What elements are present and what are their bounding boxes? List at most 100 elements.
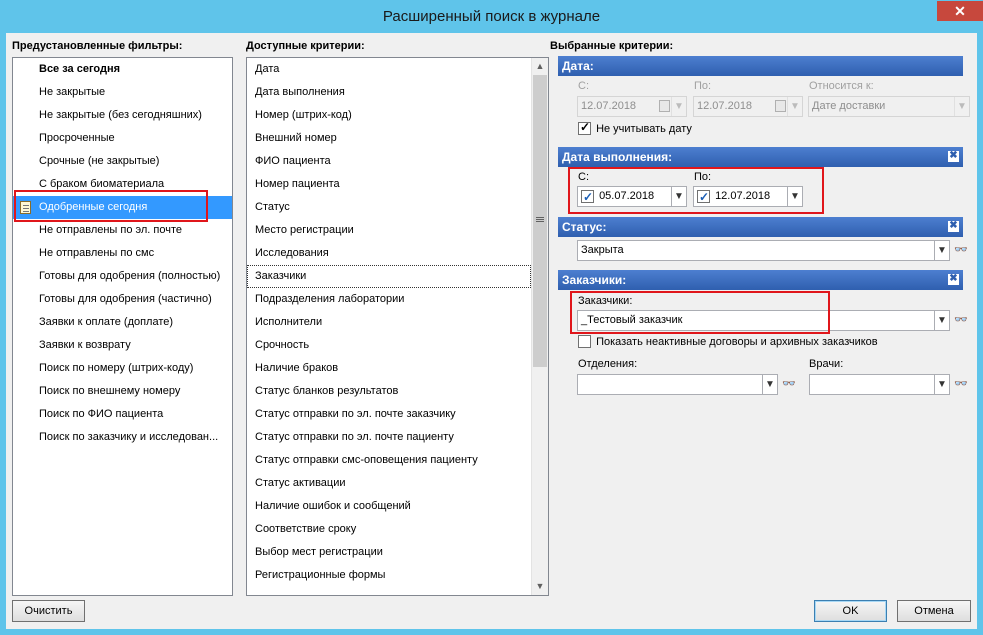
status-select[interactable]: Закрыта ▼ bbox=[577, 240, 950, 261]
dialog-body: Предустановленные фильтры: Доступные кри… bbox=[6, 33, 977, 629]
criteria-item[interactable]: Место регистрации bbox=[247, 219, 531, 242]
chevron-down-icon[interactable]: ▼ bbox=[934, 241, 949, 260]
date-to-value: 12.07.2018 bbox=[697, 100, 753, 112]
group-customers-title: Заказчики: bbox=[562, 273, 627, 287]
preset-item[interactable]: Готовы для одобрения (полностью) bbox=[13, 265, 232, 288]
criteria-item[interactable]: Соответствие сроку bbox=[247, 518, 531, 541]
preset-item-label: Не отправлены по смс bbox=[39, 247, 155, 259]
chevron-down-icon[interactable]: ▼ bbox=[787, 97, 802, 116]
criteria-item[interactable]: Статус бланков результатов bbox=[247, 380, 531, 403]
chevron-down-icon[interactable]: ▼ bbox=[671, 97, 686, 116]
group-exec-date: Дата выполнения: ✖ bbox=[558, 147, 963, 167]
preset-item-label: Заявки к оплате (доплате) bbox=[39, 316, 174, 328]
date-from-value: 12.07.2018 bbox=[581, 100, 637, 112]
criteria-item[interactable]: Исследования bbox=[247, 242, 531, 265]
preset-item-label: Готовы для одобрения (частично) bbox=[39, 293, 212, 305]
preset-item-label: Просроченные bbox=[39, 132, 115, 144]
preset-item-label: Не закрытые (без сегодняшних) bbox=[39, 109, 202, 121]
departments-select[interactable]: ▼ bbox=[577, 374, 778, 395]
window-title: Расширенный поиск в журнале bbox=[382, 8, 601, 25]
criteria-item[interactable]: Номер (штрих-код) bbox=[247, 104, 531, 127]
preset-item[interactable]: Не отправлены по эл. почте bbox=[13, 219, 232, 242]
selected-header: Выбранные критерии: bbox=[550, 40, 674, 52]
preset-item-label: Не закрытые bbox=[39, 86, 106, 98]
calendar-icon bbox=[659, 100, 670, 112]
date-from-label: С: bbox=[578, 80, 589, 92]
group-status: Статус: ✖ bbox=[558, 217, 963, 237]
criteria-item[interactable]: Исполнители bbox=[247, 311, 531, 334]
highlight-preset bbox=[14, 190, 208, 222]
criteria-list[interactable]: Дата Дата выполнения Номер (штрих-код) Внеш… bbox=[246, 57, 549, 596]
preset-item[interactable]: Готовы для одобрения (частично) bbox=[13, 288, 232, 311]
binoculars-icon[interactable]: 👓 bbox=[954, 313, 968, 326]
scroll-up-arrow-icon[interactable]: ▲ bbox=[532, 58, 548, 75]
clear-button[interactable]: Очистить bbox=[12, 600, 85, 622]
remove-icon[interactable]: ✖ bbox=[948, 151, 959, 162]
departments-label: Отделения: bbox=[578, 358, 638, 370]
binoculars-icon[interactable]: 👓 bbox=[954, 377, 968, 390]
scroll-thumb[interactable] bbox=[533, 75, 547, 367]
preset-item[interactable]: Заявки к возврату bbox=[13, 334, 232, 357]
group-customers: Заказчики: ✖ bbox=[558, 270, 963, 290]
show-inactive-row[interactable]: Показать неактивные договоры и архивных … bbox=[578, 335, 878, 348]
remove-icon[interactable]: ✖ bbox=[948, 274, 959, 285]
preset-item[interactable]: Не закрытые (без сегодняшних) bbox=[13, 104, 232, 127]
criteria-item[interactable]: Дата выполнения bbox=[247, 81, 531, 104]
show-inactive-checkbox[interactable] bbox=[578, 335, 591, 348]
scroll-down-arrow-icon[interactable]: ▼ bbox=[532, 578, 548, 595]
criteria-items: Дата Дата выполнения Номер (штрих-код) Внеш… bbox=[247, 58, 548, 587]
preset-item-label: Поиск по внешнему номеру bbox=[39, 385, 181, 397]
doctors-select[interactable]: ▼ bbox=[809, 374, 950, 395]
ok-button[interactable]: OK bbox=[814, 600, 887, 622]
criteria-item[interactable]: ФИО пациента bbox=[247, 150, 531, 173]
ignore-date-checkbox[interactable] bbox=[578, 120, 591, 135]
preset-item[interactable]: Поиск по заказчику и исследован... bbox=[13, 426, 232, 449]
criteria-item[interactable]: Статус отправки по эл. почте пациенту bbox=[247, 426, 531, 449]
criteria-item[interactable]: Номер пациента bbox=[247, 173, 531, 196]
criteria-item[interactable]: Дата bbox=[247, 58, 531, 81]
preset-item[interactable]: Поиск по внешнему номеру bbox=[13, 380, 232, 403]
chevron-down-icon[interactable]: ▼ bbox=[954, 97, 969, 116]
group-customers-header: Заказчики: ✖ bbox=[558, 270, 963, 290]
criteria-item[interactable]: Внешний номер bbox=[247, 127, 531, 150]
remove-icon[interactable]: ✖ bbox=[948, 221, 959, 232]
preset-item[interactable]: Срочные (не закрытые) bbox=[13, 150, 232, 173]
criteria-item[interactable]: Наличие ошибок и сообщений bbox=[247, 495, 531, 518]
cancel-button[interactable]: Отмена bbox=[897, 600, 971, 622]
preset-item-label: Поиск по номеру (штрих-коду) bbox=[39, 362, 194, 374]
preset-item[interactable]: Поиск по номеру (штрих-коду) bbox=[13, 357, 232, 380]
criteria-item[interactable]: Подразделения лаборатории bbox=[247, 288, 531, 311]
criteria-item[interactable]: Срочность bbox=[247, 334, 531, 357]
close-button[interactable]: ✕ bbox=[937, 1, 983, 21]
presets-list[interactable]: Все за сегодня Не закрытые Не закрытые (бе… bbox=[12, 57, 233, 596]
criteria-item[interactable]: Наличие браков bbox=[247, 357, 531, 380]
presets-header: Предустановленные фильтры: bbox=[12, 40, 183, 52]
group-status-title: Статус: bbox=[562, 220, 607, 234]
binoculars-icon[interactable]: 👓 bbox=[782, 377, 796, 390]
ignore-date-row[interactable]: Не учитывать дату bbox=[578, 120, 692, 135]
criteria-scrollbar[interactable]: ▲ ▼ bbox=[531, 58, 548, 595]
preset-item[interactable]: Просроченные bbox=[13, 127, 232, 150]
date-to-label: По: bbox=[694, 80, 712, 92]
criteria-item[interactable]: Выбор мест регистрации bbox=[247, 541, 531, 564]
preset-item[interactable]: Заявки к оплате (доплате) bbox=[13, 311, 232, 334]
binoculars-icon[interactable]: 👓 bbox=[954, 243, 968, 256]
preset-item-label: Готовы для одобрения (полностью) bbox=[39, 270, 221, 282]
criteria-item[interactable]: Статус активации bbox=[247, 472, 531, 495]
preset-item[interactable]: Не закрытые bbox=[13, 81, 232, 104]
date-to-field[interactable]: 12.07.2018 ▼ bbox=[693, 96, 803, 117]
preset-item[interactable]: Все за сегодня bbox=[13, 58, 232, 81]
chevron-down-icon[interactable]: ▼ bbox=[934, 311, 949, 330]
date-relates-select[interactable]: Дате доставки ▼ bbox=[808, 96, 970, 117]
preset-item-label: Заявки к возврату bbox=[39, 339, 131, 351]
criteria-item[interactable]: Заказчики bbox=[247, 265, 531, 288]
chevron-down-icon[interactable]: ▼ bbox=[762, 375, 777, 394]
criteria-item[interactable]: Статус отправки по эл. почте заказчику bbox=[247, 403, 531, 426]
date-from-field[interactable]: 12.07.2018 ▼ bbox=[577, 96, 687, 117]
criteria-item[interactable]: Статус bbox=[247, 196, 531, 219]
chevron-down-icon[interactable]: ▼ bbox=[934, 375, 949, 394]
criteria-item[interactable]: Регистрационные формы bbox=[247, 564, 531, 587]
preset-item[interactable]: Не отправлены по смс bbox=[13, 242, 232, 265]
preset-item[interactable]: Поиск по ФИО пациента bbox=[13, 403, 232, 426]
criteria-item[interactable]: Статус отправки смс-оповещения пациенту bbox=[247, 449, 531, 472]
